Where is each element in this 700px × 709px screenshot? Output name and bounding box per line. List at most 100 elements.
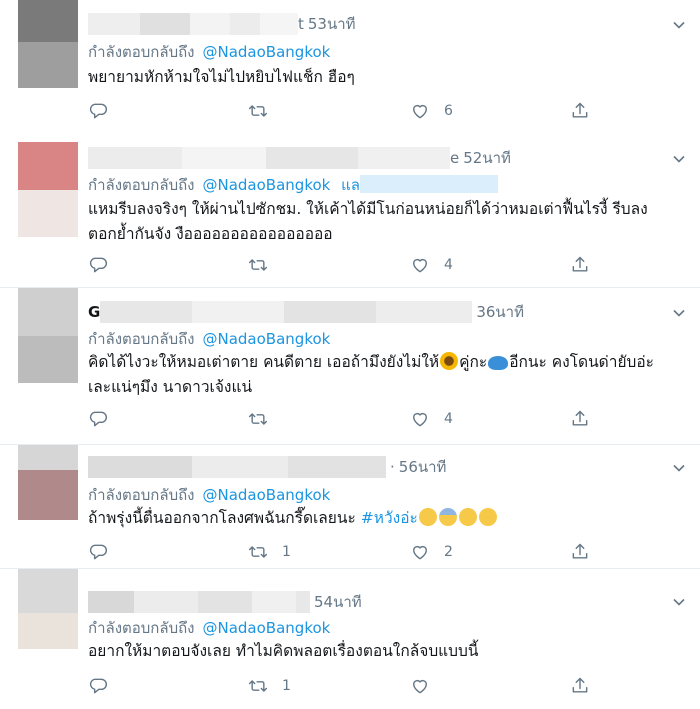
chevron-down-icon[interactable] bbox=[672, 152, 686, 166]
replying-to-label: กำลังตอบกลับถึง bbox=[88, 43, 195, 61]
like-icon bbox=[413, 104, 427, 119]
disappointed-emoji-icon bbox=[418, 508, 437, 526]
like-button[interactable]: 4 bbox=[410, 254, 453, 276]
mention-link[interactable]: @NadaoBangkok bbox=[203, 176, 331, 194]
mention-link[interactable]: @NadaoBangkok bbox=[203, 486, 331, 504]
tweet-text: พยายามหักห้ามใจไม่ไปหยิบไฟแช็ก ฮือๆ bbox=[88, 68, 355, 86]
avatar[interactable] bbox=[18, 288, 78, 383]
like-button[interactable]: 4 bbox=[410, 408, 453, 430]
tweet-text: คิดได้ไงวะให้หมอเต่าตาย คนดีตาย เออถ้ามึ… bbox=[88, 350, 680, 400]
tweet-actions: 12 bbox=[88, 541, 608, 563]
replying-to: กำลังตอบกลับถึง @NadaoBangkok bbox=[88, 327, 330, 351]
avatar[interactable] bbox=[18, 569, 78, 649]
mention-link[interactable]: @NadaoBangkok bbox=[203, 619, 331, 637]
replying-to-label: กำลังตอบกลับถึง bbox=[88, 619, 195, 637]
reply-icon bbox=[89, 411, 107, 427]
tweet-text: แหมรีบลงจริงๆ ให้ผ่านไปซักชม. ให้เค้าได้… bbox=[88, 200, 648, 243]
tweet-item[interactable]: t 53นาที กำลังตอบกลับถึง @NadaoBangkok พย… bbox=[0, 0, 700, 133]
replying-to-label: กำลังตอบกลับถึง bbox=[88, 176, 195, 194]
like-icon bbox=[413, 412, 427, 427]
share-icon bbox=[572, 102, 588, 118]
replying-to: กำลังตอบกลับถึง @NadaoBangkok bbox=[88, 40, 330, 64]
text-segment: คิดได้ไงวะให้หมอเต่าตาย คนดีตาย เออถ้ามึ… bbox=[88, 353, 440, 371]
crying-emoji-icon bbox=[478, 508, 497, 526]
hashtag-link[interactable]: #หวังอ่ะ bbox=[361, 509, 418, 527]
reply-icon bbox=[89, 103, 107, 119]
chevron-down-icon[interactable] bbox=[672, 595, 686, 609]
share-icon bbox=[572, 543, 588, 559]
reply-button[interactable] bbox=[88, 408, 108, 430]
retweet-icon bbox=[248, 413, 268, 425]
like-count: 4 bbox=[444, 411, 453, 427]
retweet-icon bbox=[248, 259, 268, 271]
like-icon bbox=[413, 545, 427, 560]
tweet-actions: 6 bbox=[88, 100, 608, 122]
name-fragment: t bbox=[298, 15, 304, 33]
author-name[interactable]: 54นาที bbox=[88, 591, 362, 613]
reply-icon bbox=[89, 544, 107, 560]
like-icon bbox=[413, 679, 427, 694]
timestamp[interactable]: 36นาที bbox=[476, 300, 524, 324]
timestamp[interactable]: 56นาที bbox=[399, 455, 447, 479]
tweet-actions: 4 bbox=[88, 408, 608, 430]
tweet-text: อยากให้มาตอบจังเลย ทำไมคิดพลอตเรื่องตอนใ… bbox=[88, 642, 479, 660]
share-button[interactable] bbox=[570, 100, 590, 122]
tweet-item[interactable]: e 52นาที กำลังตอบกลับถึง @NadaoBangkok แล… bbox=[0, 132, 700, 288]
replying-to: กำลังตอบกลับถึง @NadaoBangkok แล bbox=[88, 173, 498, 197]
retweet-icon bbox=[248, 105, 268, 117]
share-icon bbox=[572, 677, 588, 693]
like-count: 4 bbox=[444, 257, 453, 273]
timestamp[interactable]: 52นาที bbox=[463, 146, 511, 170]
avatar[interactable] bbox=[18, 0, 78, 88]
tweet-text: ถ้าพรุ่งนี้ตื่นออกจากโลงศพฉันกรี๊ดเลยนะ … bbox=[88, 506, 680, 531]
like-button[interactable]: 6 bbox=[410, 100, 453, 122]
retweet-button[interactable] bbox=[248, 408, 282, 430]
timestamp[interactable]: 54นาที bbox=[314, 590, 362, 614]
share-button[interactable] bbox=[570, 408, 590, 430]
share-icon bbox=[572, 410, 588, 426]
tweet-item[interactable]: · 56นาที กำลังตอบกลับถึง @NadaoBangkok ถ้… bbox=[0, 445, 700, 569]
avatar[interactable] bbox=[18, 142, 78, 237]
replying-to-label: กำลังตอบกลับถึง bbox=[88, 330, 195, 348]
replying-to: กำลังตอบกลับถึง @NadaoBangkok bbox=[88, 483, 330, 507]
share-button[interactable] bbox=[570, 254, 590, 276]
sunflower-emoji-icon bbox=[440, 352, 459, 370]
like-count: 6 bbox=[444, 103, 453, 119]
like-button[interactable]: 2 bbox=[410, 541, 453, 563]
reply-button[interactable] bbox=[88, 254, 108, 276]
chevron-down-icon[interactable] bbox=[672, 306, 686, 320]
author-name[interactable]: · 56นาที bbox=[88, 456, 446, 478]
retweet-button[interactable] bbox=[248, 254, 282, 276]
retweet-count: 1 bbox=[282, 678, 291, 694]
mention-extra[interactable]: แล bbox=[341, 176, 360, 194]
replying-to-label: กำลังตอบกลับถึง bbox=[88, 486, 195, 504]
reply-button[interactable] bbox=[88, 541, 108, 563]
tweet-item[interactable]: 54นาที กำลังตอบกลับถึง @NadaoBangkok อยาก… bbox=[0, 569, 700, 709]
author-name[interactable]: t 53นาที bbox=[88, 13, 356, 35]
reply-icon bbox=[89, 678, 107, 694]
author-name[interactable]: e 52นาที bbox=[88, 147, 511, 169]
like-count: 2 bbox=[444, 544, 453, 560]
retweet-button[interactable] bbox=[248, 100, 282, 122]
retweet-count: 1 bbox=[282, 544, 291, 560]
crying-emoji-icon bbox=[458, 508, 477, 526]
reply-button[interactable] bbox=[88, 100, 108, 122]
retweet-icon bbox=[248, 680, 268, 692]
retweet-icon bbox=[248, 546, 268, 558]
tweet-item[interactable]: G 36นาที กำลังตอบกลับถึง @NadaoBangkok คิ… bbox=[0, 288, 700, 445]
author-name[interactable]: G 36นาที bbox=[88, 301, 524, 323]
text-segment: ถ้าพรุ่งนี้ตื่นออกจากโลงศพฉันกรี๊ดเลยนะ bbox=[88, 509, 356, 527]
reply-icon bbox=[89, 257, 107, 273]
tweet-actions: 4 bbox=[88, 254, 608, 276]
share-button[interactable] bbox=[570, 541, 590, 563]
share-icon bbox=[572, 256, 588, 272]
anxious-emoji-icon bbox=[438, 508, 457, 526]
avatar[interactable] bbox=[18, 445, 78, 520]
mention-link[interactable]: @NadaoBangkok bbox=[203, 43, 331, 61]
mention-link[interactable]: @NadaoBangkok bbox=[203, 330, 331, 348]
chevron-down-icon[interactable] bbox=[672, 18, 686, 32]
chevron-down-icon[interactable] bbox=[672, 461, 686, 475]
text-segment: คู่กะ bbox=[459, 353, 488, 371]
retweet-button[interactable]: 1 bbox=[248, 541, 291, 563]
timestamp[interactable]: 53นาที bbox=[308, 12, 356, 36]
